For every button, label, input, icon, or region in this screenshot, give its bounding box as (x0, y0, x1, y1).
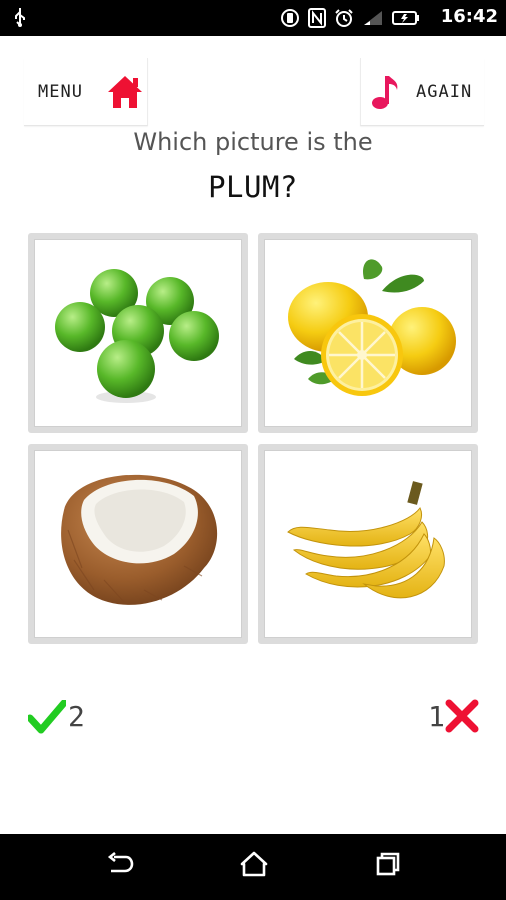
choice-card-plums[interactable] (28, 233, 248, 433)
menu-button[interactable]: MENU (24, 58, 148, 126)
lemons-image (288, 259, 456, 396)
again-label: AGAIN (416, 82, 473, 102)
back-icon[interactable] (106, 850, 134, 882)
alarm-icon (334, 8, 354, 32)
menu-label: MENU (38, 82, 83, 102)
nfc-icon (308, 8, 326, 32)
wrong-count: 1 (428, 700, 445, 733)
recents-icon[interactable] (374, 850, 402, 882)
music-note-icon (369, 72, 401, 116)
clock: 16:42 (440, 6, 498, 27)
again-button[interactable]: AGAIN (360, 58, 484, 126)
check-icon (26, 699, 68, 738)
target-word: PLUM? (208, 170, 298, 204)
rotation-icon (280, 8, 300, 32)
coconut-image (61, 474, 218, 605)
choice-card-lemons[interactable] (258, 233, 478, 433)
cross-icon (444, 699, 480, 737)
choice-card-coconut[interactable] (28, 444, 248, 644)
choice-card-bananas[interactable] (258, 444, 478, 644)
navigation-bar (0, 834, 506, 900)
usb-icon (12, 7, 28, 31)
question-prompt: Which picture is the (133, 128, 373, 156)
status-bar: 16:42 (0, 0, 506, 36)
home-icon (106, 74, 144, 114)
signal-icon (362, 9, 384, 31)
battery-icon (392, 10, 420, 30)
green-plums-image (55, 269, 219, 403)
bananas-image (287, 481, 445, 599)
correct-count: 2 (68, 700, 85, 733)
home-nav-icon[interactable] (240, 850, 268, 882)
